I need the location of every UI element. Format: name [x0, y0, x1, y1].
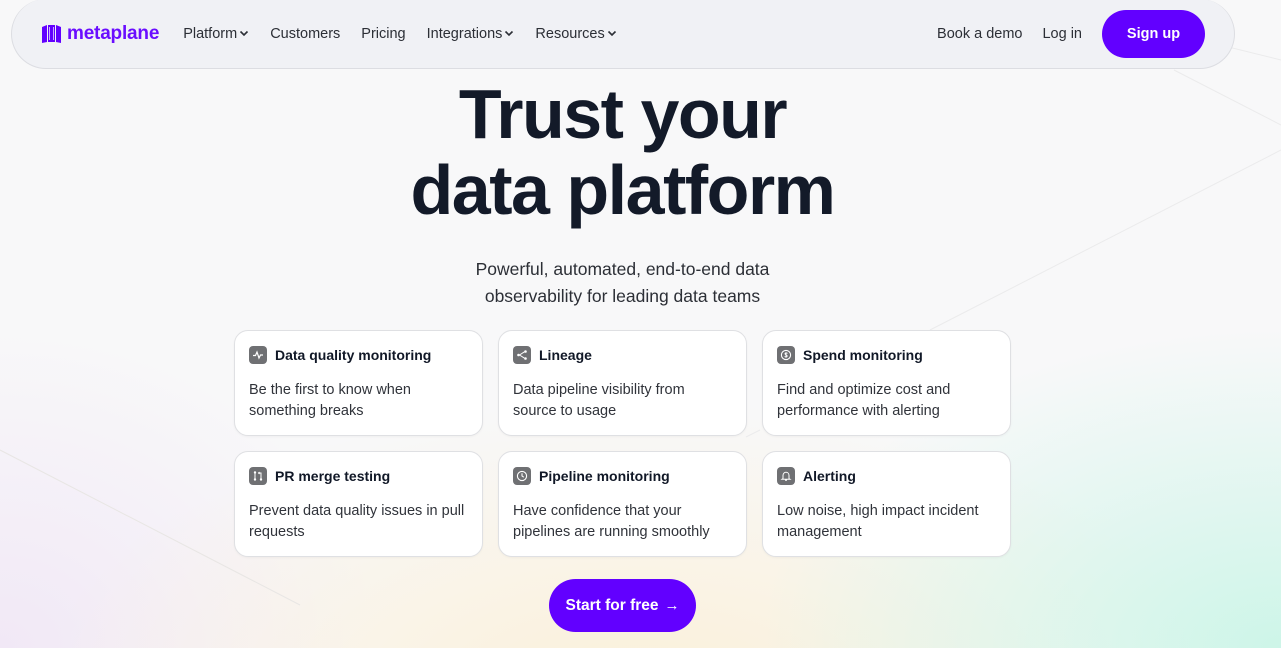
cta-label: Start for free: [565, 596, 659, 614]
menu-label: Pricing: [361, 25, 406, 42]
feature-title: Lineage: [539, 347, 592, 363]
start-for-free-button[interactable]: Start for free →: [549, 579, 696, 632]
feature-card-alerting[interactable]: Alerting Low noise, high impact incident…: [762, 451, 1011, 557]
login-link[interactable]: Log in: [1042, 26, 1082, 42]
feature-card-pr-merge[interactable]: PR merge testing Prevent data quality is…: [234, 451, 483, 557]
menu-label: Resources: [535, 25, 605, 42]
feature-description: Have confidence that your pipelines are …: [513, 503, 710, 540]
feature-description: Low noise, high impact incident manageme…: [777, 503, 979, 540]
main-menu: Platform Customers Pricing Integrations …: [183, 26, 638, 42]
feature-card-spend[interactable]: Spend monitoring Find and optimize cost …: [762, 330, 1011, 436]
chevron-down-icon: [240, 30, 249, 37]
book-demo-link[interactable]: Book a demo: [937, 26, 1022, 42]
lineage-icon: [513, 346, 531, 364]
pull-request-icon: [249, 467, 267, 485]
dollar-coin-icon: [777, 346, 795, 364]
brand-logo[interactable]: metaplane: [40, 23, 159, 45]
hero-subtitle-line-1: Powerful, automated, end-to-end data: [475, 259, 770, 279]
feature-title: PR merge testing: [275, 468, 391, 484]
feature-card-pipeline[interactable]: Pipeline monitoring Have confidence that…: [498, 451, 747, 557]
feature-title: Pipeline monitoring: [539, 468, 670, 484]
menu-item-integrations[interactable]: Integrations: [427, 26, 515, 42]
signup-button[interactable]: Sign up: [1102, 9, 1205, 58]
feature-description: Be the first to know when something brea…: [249, 382, 411, 419]
feature-card-data-quality[interactable]: Data quality monitoring Be the first to …: [234, 330, 483, 436]
hero-subtitle: Powerful, automated, end-to-end data obs…: [0, 256, 1245, 310]
feature-description: Find and optimize cost and performance w…: [777, 382, 951, 419]
bell-icon: [777, 467, 795, 485]
feature-title: Alerting: [803, 468, 856, 484]
hero-title: Trust your data platform: [0, 76, 1245, 228]
nav-actions: Book a demo Log in Sign up: [937, 9, 1205, 58]
feature-cards: Data quality monitoring Be the first to …: [234, 330, 1011, 557]
chevron-down-icon: [505, 30, 514, 37]
clock-icon: [513, 467, 531, 485]
arrow-right-icon: →: [664, 597, 680, 614]
chevron-down-icon: [607, 30, 616, 37]
menu-item-resources[interactable]: Resources: [535, 26, 616, 42]
menu-label: Platform: [183, 25, 238, 42]
hero-title-line-2: data platform: [410, 151, 836, 229]
hero-subtitle-line-2: observability for leading data teams: [484, 286, 761, 306]
hero-title-line-1: Trust your: [458, 75, 788, 153]
feature-description: Prevent data quality issues in pull requ…: [249, 503, 465, 540]
feature-description: Data pipeline visibility from source to …: [513, 382, 685, 419]
pulse-icon: [249, 346, 267, 364]
menu-item-pricing[interactable]: Pricing: [361, 26, 405, 42]
metaplane-logo-icon: [42, 24, 61, 43]
feature-title: Spend monitoring: [803, 347, 923, 363]
brand-name: metaplane: [67, 22, 160, 44]
feature-title: Data quality monitoring: [275, 347, 432, 363]
menu-item-platform[interactable]: Platform: [183, 26, 249, 42]
menu-item-customers[interactable]: Customers: [270, 26, 340, 42]
top-navbar: metaplane Platform Customers Pricing Int…: [11, 0, 1235, 69]
menu-label: Customers: [270, 25, 341, 42]
menu-label: Integrations: [426, 25, 503, 42]
feature-card-lineage[interactable]: Lineage Data pipeline visibility from so…: [498, 330, 747, 436]
